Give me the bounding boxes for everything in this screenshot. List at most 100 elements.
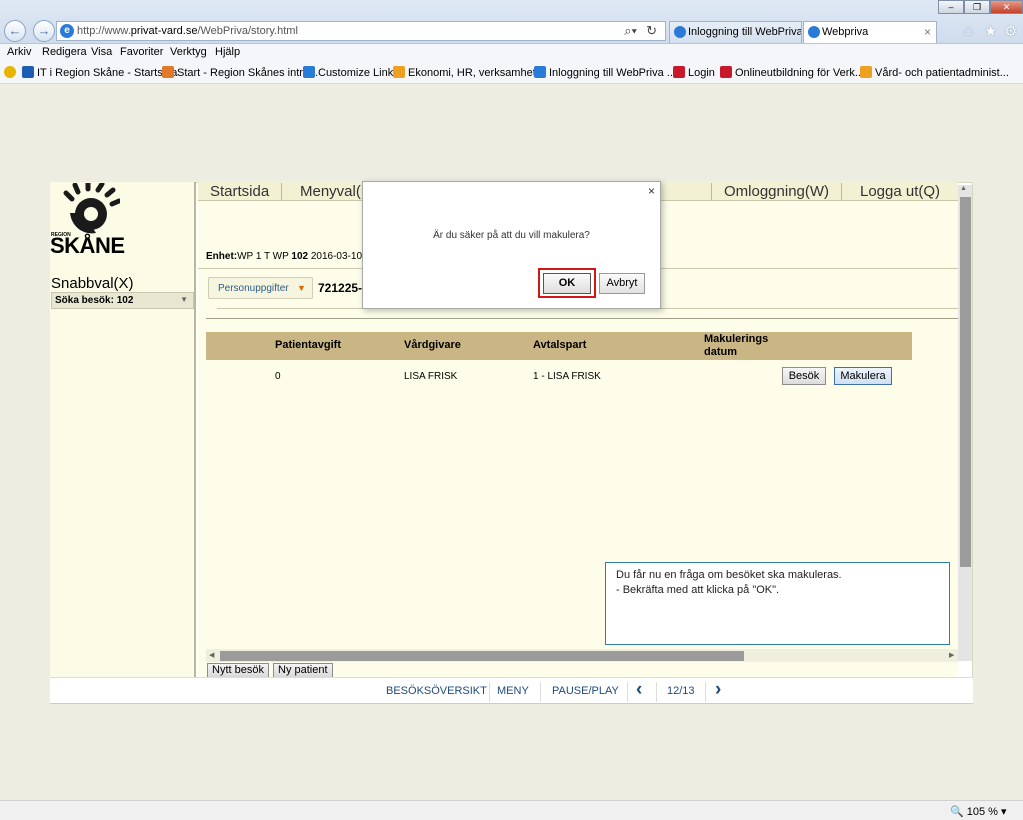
gear-icon[interactable]: ⚙	[1004, 22, 1017, 40]
favorite-label: Onlineutbildning för Verk...	[735, 67, 865, 79]
chevron-right-icon[interactable]: ›	[715, 679, 721, 701]
scroll-left-icon[interactable]: ◀	[209, 651, 214, 659]
ie-icon	[303, 66, 315, 78]
menu-favoriter[interactable]: Favoriter	[120, 46, 163, 58]
scroll-right-icon[interactable]: ▶	[949, 651, 954, 659]
chevron-left-icon[interactable]: ‹	[636, 679, 642, 701]
scroll-up-icon[interactable]: ▲	[960, 185, 967, 192]
table-header: Patientavgift Vårdgivare Avtalspart Maku…	[206, 332, 912, 360]
favorite-label: Vård- och patientadminist...	[875, 67, 1009, 79]
favorite-label: Login	[688, 67, 715, 79]
favorite-link[interactable]: Vård- och patientadminist...	[860, 66, 1009, 79]
ie-icon	[534, 66, 546, 78]
favorite-label: Start - Region Skånes intra...	[177, 67, 319, 79]
star-icon[interactable]: ★	[984, 22, 997, 40]
url-path: /WebPriva/story.html	[197, 25, 298, 37]
tab-inloggning[interactable]: Inloggning till WebPriva ...	[669, 21, 802, 43]
divider	[206, 318, 958, 319]
favorite-label: IT i Region Skåne - Startsida	[37, 67, 178, 79]
minimize-icon[interactable]: –	[938, 0, 964, 14]
favorite-label: Customize Links	[318, 67, 399, 79]
personuppgifter-button[interactable]: Personuppgifter ▼	[208, 277, 313, 299]
vertical-scroll-thumb[interactable]	[960, 197, 971, 567]
instruction-box: Du får nu en fråga om besöket ska makule…	[605, 562, 950, 645]
besoksoversikt-link[interactable]: BESÖKSÖVERSIKT	[386, 685, 487, 697]
favorite-label: Inloggning till WebPriva ...	[549, 67, 676, 79]
favorites-bar: IT i Region Skåne - Startsida Start - Re…	[0, 62, 1023, 84]
soka-besok-select[interactable]: Söka besök: 102 ▼	[51, 292, 194, 309]
nav-startsida[interactable]: Startsida	[198, 183, 283, 201]
maximize-icon[interactable]: ❐	[964, 0, 990, 14]
dialog-close-icon[interactable]: ×	[648, 184, 655, 198]
window-close-icon[interactable]: ✕	[990, 0, 1023, 14]
refresh-icon[interactable]: ↻	[646, 23, 657, 39]
avbryt-button[interactable]: Avbryt	[599, 273, 645, 294]
ie-icon: e	[60, 24, 74, 38]
back-arrow-icon[interactable]: ←	[4, 20, 26, 42]
folder-icon	[860, 66, 872, 78]
enhet-info: Enhet:WP 1 T WP 102 2016-03-10	[206, 251, 362, 262]
status-bar: 🔍 105 % ▾	[0, 800, 1023, 820]
dialog-message: Är du säker på att du vill makulera?	[433, 230, 590, 241]
url-domain: privat-vard.se	[130, 25, 198, 37]
favorite-link[interactable]: Ekonomi, HR, verksamhet...	[393, 66, 545, 79]
address-bar[interactable]: e http://www.privat-vard.se/WebPriva/sto…	[56, 21, 666, 41]
region-skane-logo-icon	[63, 183, 120, 234]
separator	[656, 682, 657, 702]
favorites-star-icon[interactable]	[4, 66, 19, 79]
favorite-link[interactable]: IT i Region Skåne - Startsida	[22, 66, 177, 79]
person-id: 721225-	[318, 281, 363, 295]
zoom-control[interactable]: 🔍 105 % ▾	[950, 805, 1007, 818]
ny-patient-button[interactable]: Ny patient	[273, 663, 333, 678]
home-icon[interactable]: ⌂	[964, 22, 973, 39]
menu-redigera[interactable]: Redigera	[42, 46, 87, 58]
nav-menyval[interactable]: Menyval(	[288, 183, 373, 201]
forward-arrow-icon[interactable]: →	[33, 20, 55, 42]
tab-label: Inloggning till WebPriva ...	[688, 26, 802, 38]
ok-button[interactable]: OK	[543, 273, 591, 294]
column-header-makulerings: Makulerings	[704, 333, 769, 345]
column-header-patientavgift: Patientavgift	[275, 339, 342, 351]
chevron-down-icon: ▼	[180, 295, 188, 304]
page-counter: 12/13	[667, 685, 695, 697]
cell-patientavgift: 0	[275, 371, 281, 382]
nytt-besok-button[interactable]: Nytt besök	[207, 663, 269, 678]
favorite-link[interactable]: Customize Links	[303, 66, 399, 79]
meny-link[interactable]: MENY	[497, 685, 529, 697]
menu-arkiv[interactable]: Arkiv	[7, 46, 31, 58]
person-icon	[162, 66, 174, 78]
tab-webpriva[interactable]: Webpriva ×	[803, 21, 937, 43]
enhet-code: 102	[291, 251, 309, 262]
horizontal-scroll-thumb[interactable]	[220, 651, 744, 661]
menu-visa[interactable]: Visa	[91, 46, 112, 58]
menu-bar: Arkiv Redigera Visa Favoriter Verktyg Hj…	[0, 44, 1023, 62]
pause-play-link[interactable]: PAUSE/PLAY	[552, 685, 619, 697]
column-header-datum: datum	[704, 346, 737, 358]
nav-omloggning[interactable]: Omloggning(W)	[711, 183, 843, 201]
instruction-line-1: Du får nu en fråga om besöket ska makule…	[616, 569, 842, 581]
nav-logga-ut[interactable]: Logga ut(Q)	[848, 183, 952, 201]
makulera-button[interactable]: Makulera	[834, 367, 892, 385]
ie-icon	[674, 26, 686, 38]
menu-verktyg[interactable]: Verktyg	[170, 46, 207, 58]
instruction-line-2: - Bekräfta med att klicka på "OK".	[616, 584, 780, 596]
besok-button[interactable]: Besök	[782, 367, 826, 385]
search-icon[interactable]: ⌕▾	[624, 23, 637, 39]
column-header-vardgivare: Vårdgivare	[404, 339, 461, 351]
cell-vardgivare: LISA FRISK	[404, 371, 458, 382]
player-bar: BESÖKSÖVERSIKT MENY PAUSE/PLAY ‹ 12/13 ›	[50, 677, 973, 704]
personuppgifter-label: Personuppgifter	[218, 283, 289, 294]
favorite-link[interactable]: Onlineutbildning för Verk...	[720, 66, 864, 79]
separator	[540, 682, 541, 702]
separator	[489, 682, 490, 702]
favorite-link[interactable]: Login	[673, 66, 715, 79]
separator	[627, 682, 628, 702]
zoom-icon: 🔍	[950, 806, 964, 818]
menu-hjalp[interactable]: Hjälp	[215, 46, 240, 58]
logo-text: SKÅNE	[50, 233, 125, 258]
favorite-link[interactable]: Inloggning till WebPriva ...	[534, 66, 676, 79]
region-skane-icon	[673, 66, 685, 78]
sharepoint-icon	[22, 66, 34, 78]
favorite-link[interactable]: Start - Region Skånes intra...	[162, 66, 318, 79]
close-icon[interactable]: ×	[924, 25, 931, 39]
